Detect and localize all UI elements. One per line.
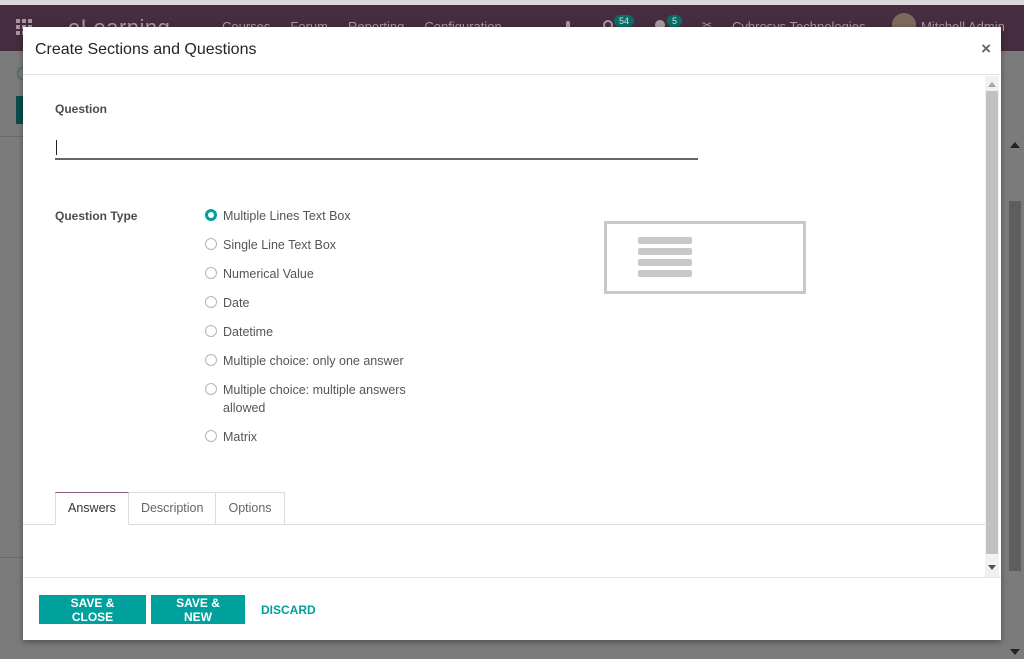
radio-unchecked-icon[interactable]: [205, 267, 217, 279]
radio-label: Datetime: [223, 325, 274, 339]
radio-matrix[interactable]: Matrix: [205, 428, 445, 446]
scroll-down-arrow-icon[interactable]: [988, 565, 996, 570]
scrollbar-thumb[interactable]: [1009, 201, 1021, 571]
tab-options[interactable]: Options: [216, 492, 285, 525]
radio-multiple-choice-multiple-answers[interactable]: Multiple choice: multiple answers allowe…: [205, 381, 445, 417]
dialog-title: Create Sections and Questions: [35, 41, 257, 58]
save-new-button[interactable]: SAVE & NEW: [151, 595, 245, 624]
radio-multiple-lines-text-box[interactable]: Multiple Lines Text Box: [205, 207, 445, 225]
tab-answers[interactable]: Answers: [55, 492, 129, 525]
question-type-radio-group: Multiple Lines Text Box Single Line Text…: [205, 207, 445, 457]
radio-checked-icon[interactable]: [205, 209, 217, 221]
radio-label: Multiple choice: multiple answers allowe…: [223, 383, 406, 415]
radio-unchecked-icon[interactable]: [205, 296, 217, 308]
radio-label: Multiple choice: only one answer: [223, 354, 404, 368]
dialog-footer: SAVE & CLOSE SAVE & NEW DISCARD: [23, 577, 1001, 640]
background-divider: [0, 136, 24, 137]
question-input[interactable]: [55, 134, 698, 160]
radio-unchecked-icon[interactable]: [205, 383, 217, 395]
radio-unchecked-icon[interactable]: [205, 430, 217, 442]
question-tabs: Answers Description Options: [55, 492, 285, 525]
discard-button[interactable]: DISCARD: [261, 603, 316, 617]
radio-label: Date: [223, 296, 250, 310]
radio-label: Matrix: [223, 430, 258, 444]
preview-line: [638, 237, 692, 244]
radio-unchecked-icon[interactable]: [205, 325, 217, 337]
radio-unchecked-icon[interactable]: [205, 354, 217, 366]
multiline-text-preview-icon: [604, 221, 806, 294]
scroll-down-arrow-icon[interactable]: [1010, 649, 1020, 655]
tab-description[interactable]: Description: [128, 492, 217, 525]
create-question-dialog: Create Sections and Questions × Question…: [23, 27, 1001, 640]
radio-unchecked-icon[interactable]: [205, 238, 217, 250]
scroll-up-arrow-icon[interactable]: [1010, 142, 1020, 148]
preview-line: [638, 259, 692, 266]
scroll-up-arrow-icon[interactable]: [988, 82, 996, 87]
close-icon[interactable]: ×: [981, 40, 991, 57]
dialog-body: Question Question Type Multiple Lines Te…: [23, 76, 1001, 577]
radio-date[interactable]: Date: [205, 294, 445, 312]
background-divider: [0, 557, 24, 558]
radio-single-line-text-box[interactable]: Single Line Text Box: [205, 236, 445, 254]
messages-badge: 5: [667, 15, 683, 27]
question-label: Question: [55, 102, 108, 116]
text-cursor: [56, 140, 57, 155]
preview-line: [638, 248, 692, 255]
scrollbar-thumb[interactable]: [986, 91, 998, 554]
question-type-label: Question Type: [55, 209, 138, 223]
radio-multiple-choice-one-answer[interactable]: Multiple choice: only one answer: [205, 352, 445, 370]
save-close-button[interactable]: SAVE & CLOSE: [39, 595, 146, 624]
page-scrollbar[interactable]: [1006, 137, 1024, 659]
preview-line: [638, 270, 692, 277]
dialog-header: Create Sections and Questions ×: [23, 27, 1001, 75]
radio-label: Single Line Text Box: [223, 238, 337, 252]
radio-datetime[interactable]: Datetime: [205, 323, 445, 341]
activity-badge: 54: [614, 15, 635, 27]
radio-label: Numerical Value: [223, 267, 314, 281]
radio-label: Multiple Lines Text Box: [223, 209, 351, 223]
dialog-scrollbar[interactable]: [985, 76, 999, 577]
radio-numerical-value[interactable]: Numerical Value: [205, 265, 445, 283]
